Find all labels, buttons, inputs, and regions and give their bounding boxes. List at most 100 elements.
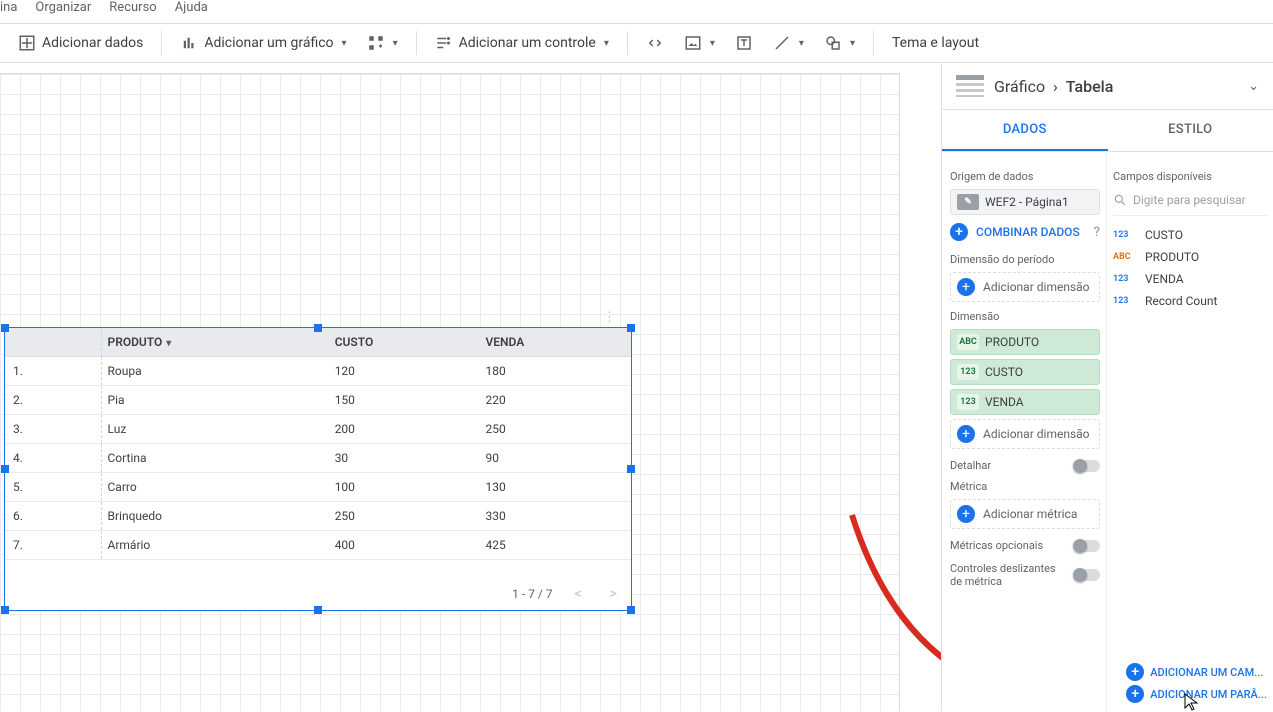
cell-custo: 250 bbox=[329, 502, 480, 531]
tab-data[interactable]: DADOS bbox=[942, 110, 1108, 151]
add-period-dimension[interactable]: + Adicionar dimensão bbox=[950, 272, 1100, 302]
available-field[interactable]: 123Record Count bbox=[1113, 290, 1267, 312]
bottom-actions: + ADICIONAR UM CAM... + ADICIONAR UM PAR… bbox=[1126, 663, 1267, 703]
menu-item[interactable]: Recurso bbox=[109, 0, 156, 15]
theme-layout-label: Tema e layout bbox=[892, 35, 979, 51]
dimension-chip[interactable]: 123CUSTO bbox=[950, 359, 1100, 385]
canvas[interactable]: ⋮ PRODUTO▾ CUSTO VENDA 1. Roupa bbox=[0, 63, 941, 711]
chart-options-icon[interactable]: ⋮ bbox=[603, 310, 617, 325]
plus-icon: + bbox=[1126, 685, 1144, 703]
chevron-down-icon: ▾ bbox=[799, 38, 804, 49]
add-parameter-button[interactable]: + ADICIONAR UM PARÂ... bbox=[1126, 685, 1267, 703]
header-custo[interactable]: CUSTO bbox=[329, 328, 480, 357]
properties-panel: Gráfico › Tabela ⌄ DADOS ESTILO Origem d… bbox=[941, 63, 1273, 711]
chevron-down-icon: ▾ bbox=[342, 38, 347, 49]
resize-handle[interactable] bbox=[627, 324, 635, 332]
embed-button[interactable] bbox=[638, 28, 672, 58]
table-row: 3. Luz 200 250 bbox=[5, 415, 631, 444]
menu-item[interactable]: ina bbox=[0, 0, 17, 15]
table-row: 5. Carro 100 130 bbox=[5, 473, 631, 502]
add-data-label: Adicionar dados bbox=[42, 35, 143, 51]
toolbar-divider bbox=[627, 31, 628, 55]
cell-venda: 90 bbox=[480, 444, 632, 473]
field-search[interactable]: Digite para pesquisar bbox=[1113, 189, 1267, 216]
table-chart[interactable]: ⋮ PRODUTO▾ CUSTO VENDA 1. Roupa bbox=[4, 327, 632, 611]
row-index: 1. bbox=[5, 357, 101, 386]
header-venda[interactable]: VENDA bbox=[480, 328, 632, 357]
add-metric[interactable]: + Adicionar métrica bbox=[950, 499, 1100, 529]
available-fields: Campos disponíveis Digite para pesquisar… bbox=[1107, 152, 1273, 711]
resize-handle[interactable] bbox=[627, 465, 635, 473]
panel-header: Gráfico › Tabela ⌄ bbox=[942, 63, 1273, 110]
drill-toggle[interactable] bbox=[1074, 460, 1100, 472]
breadcrumb[interactable]: Gráfico › Tabela bbox=[994, 77, 1113, 96]
add-chart-label: Adicionar um gráfico bbox=[204, 35, 333, 51]
data-table: PRODUTO▾ CUSTO VENDA 1. Roupa 120 1802. … bbox=[5, 328, 631, 560]
cell-produto: Carro bbox=[101, 473, 329, 502]
search-icon bbox=[1113, 193, 1127, 207]
type-badge: ABC bbox=[1113, 252, 1137, 262]
menu-item[interactable]: Organizar bbox=[35, 0, 91, 15]
theme-layout-button[interactable]: Tema e layout bbox=[884, 29, 987, 57]
pager-prev[interactable]: < bbox=[569, 584, 588, 604]
resize-handle[interactable] bbox=[1, 324, 9, 332]
panel-tabs: DADOS ESTILO bbox=[942, 110, 1273, 152]
table-row: 6. Brinquedo 250 330 bbox=[5, 502, 631, 531]
header-index bbox=[5, 328, 101, 357]
dimension-chip[interactable]: 123VENDA bbox=[950, 389, 1100, 415]
table-type-icon bbox=[956, 75, 984, 97]
chevron-down-icon: ▾ bbox=[393, 38, 398, 49]
combine-data-button[interactable]: + COMBINAR DADOS ? bbox=[950, 219, 1100, 245]
config-body: Origem de dados ✎ WEF2 - Página1 + COMBI… bbox=[942, 152, 1273, 711]
resize-handle[interactable] bbox=[627, 606, 635, 614]
cell-custo: 400 bbox=[329, 531, 480, 560]
header-produto[interactable]: PRODUTO▾ bbox=[101, 328, 329, 357]
table-row: 2. Pia 150 220 bbox=[5, 386, 631, 415]
community-viz-button[interactable]: ▾ bbox=[359, 28, 406, 58]
resize-handle[interactable] bbox=[1, 465, 9, 473]
add-field-button[interactable]: + ADICIONAR UM CAM... bbox=[1126, 663, 1267, 681]
cell-venda: 180 bbox=[480, 357, 632, 386]
type-123-icon: 123 bbox=[957, 394, 979, 410]
shape-button[interactable]: ▾ bbox=[816, 28, 863, 58]
table-row: 4. Cortina 30 90 bbox=[5, 444, 631, 473]
field-name: VENDA bbox=[1145, 272, 1184, 286]
search-placeholder: Digite para pesquisar bbox=[1133, 193, 1246, 207]
add-chart-button[interactable]: Adicionar um gráfico ▾ bbox=[172, 28, 354, 58]
datasource-chip[interactable]: ✎ WEF2 - Página1 bbox=[950, 189, 1100, 215]
cell-custo: 120 bbox=[329, 357, 480, 386]
available-field[interactable]: 123CUSTO bbox=[1113, 224, 1267, 246]
sliders-toggle[interactable] bbox=[1074, 569, 1100, 581]
main-area: ⋮ PRODUTO▾ CUSTO VENDA 1. Roupa bbox=[0, 63, 1273, 711]
text-button[interactable] bbox=[727, 28, 761, 58]
community-icon bbox=[367, 34, 385, 52]
available-field[interactable]: ABCPRODUTO bbox=[1113, 246, 1267, 268]
resize-handle[interactable] bbox=[314, 324, 322, 332]
pager-next[interactable]: > bbox=[604, 584, 623, 604]
image-button[interactable]: ▾ bbox=[676, 28, 723, 58]
chevron-down-icon: ▾ bbox=[710, 38, 715, 49]
available-field[interactable]: 123VENDA bbox=[1113, 268, 1267, 290]
add-dimension[interactable]: + Adicionar dimensão bbox=[950, 419, 1100, 449]
plus-icon: + bbox=[950, 223, 968, 241]
control-icon bbox=[435, 34, 453, 52]
cell-custo: 200 bbox=[329, 415, 480, 444]
shape-icon bbox=[824, 34, 842, 52]
resize-handle[interactable] bbox=[1, 606, 9, 614]
sort-icon: ▾ bbox=[166, 338, 171, 349]
tab-style[interactable]: ESTILO bbox=[1108, 110, 1273, 151]
add-control-button[interactable]: Adicionar um controle ▾ bbox=[427, 28, 617, 58]
line-button[interactable]: ▾ bbox=[765, 28, 812, 58]
field-name: CUSTO bbox=[1145, 228, 1183, 242]
plus-icon: + bbox=[957, 505, 975, 523]
help-icon[interactable]: ? bbox=[1094, 225, 1100, 240]
menu-item[interactable]: Ajuda bbox=[175, 0, 208, 15]
resize-handle[interactable] bbox=[314, 606, 322, 614]
expand-icon[interactable]: ⌄ bbox=[1248, 79, 1259, 94]
optional-metrics-toggle[interactable] bbox=[1074, 540, 1100, 552]
row-index: 2. bbox=[5, 386, 101, 415]
cell-custo: 100 bbox=[329, 473, 480, 502]
add-data-button[interactable]: Adicionar dados bbox=[10, 28, 151, 58]
dimension-chip[interactable]: ABCPRODUTO bbox=[950, 329, 1100, 355]
text-icon bbox=[735, 34, 753, 52]
